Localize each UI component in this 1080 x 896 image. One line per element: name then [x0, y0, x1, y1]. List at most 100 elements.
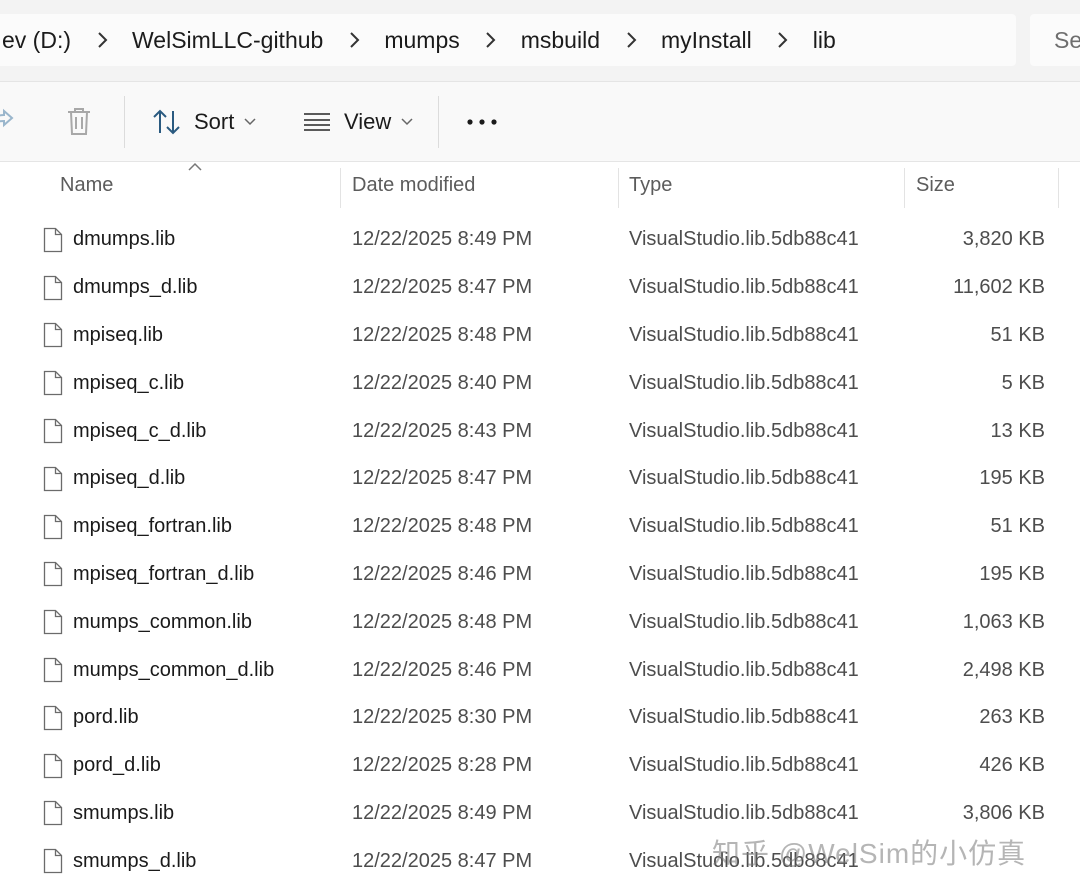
file-icon — [43, 551, 63, 599]
file-icon — [43, 216, 63, 264]
file-row[interactable]: mpiseq_c_d.lib 12/22/2025 8:43 PM Visual… — [0, 407, 1080, 455]
file-size: 195 KB — [979, 467, 1045, 490]
file-name: mpiseq.lib — [73, 323, 164, 346]
file-name: dmumps.lib — [73, 228, 176, 251]
sort-icon — [153, 109, 180, 135]
breadcrumb-item-myinstall[interactable]: myInstall — [653, 27, 760, 54]
file-date-modified: 12/22/2025 8:48 PM — [352, 515, 533, 538]
file-type: VisualStudio.lib.5db88c41 — [629, 228, 859, 251]
watermark: 知乎 @WelSim的小仿真 — [712, 838, 1027, 869]
chevron-right-icon[interactable] — [331, 31, 376, 49]
toolbar-divider — [438, 96, 439, 148]
file-date-modified: 12/22/2025 8:48 PM — [352, 610, 533, 633]
chevron-right-icon[interactable] — [79, 31, 124, 49]
file-size: 1,063 KB — [962, 610, 1045, 633]
chevron-right-icon[interactable] — [468, 31, 513, 49]
column-header-name[interactable]: Name — [60, 162, 113, 208]
file-row[interactable]: mumps_common_d.lib 12/22/2025 8:46 PM Vi… — [0, 646, 1080, 694]
sort-button[interactable]: Sort — [152, 82, 256, 162]
file-row[interactable]: pord_d.lib 12/22/2025 8:28 PM VisualStud… — [0, 742, 1080, 790]
file-type: VisualStudio.lib.5db88c41 — [629, 801, 859, 824]
file-size: 2,498 KB — [962, 658, 1045, 681]
file-icon — [43, 646, 63, 694]
file-icon — [43, 407, 63, 455]
file-name: pord.lib — [73, 706, 139, 729]
file-name: pord_d.lib — [73, 754, 161, 777]
column-header-size[interactable]: Size — [916, 162, 955, 208]
file-name: mpiseq_fortran.lib — [73, 515, 232, 538]
file-name: dmumps_d.lib — [73, 276, 198, 299]
file-date-modified: 12/22/2025 8:40 PM — [352, 371, 533, 394]
sort-label: Sort — [194, 109, 235, 134]
breadcrumb-item-msbuild[interactable]: msbuild — [513, 27, 608, 54]
chevron-down-icon — [244, 118, 256, 126]
breadcrumb-item-mumps[interactable]: mumps — [376, 27, 467, 54]
delete-button[interactable] — [64, 82, 96, 162]
more-options-button[interactable] — [466, 82, 498, 162]
breadcrumb-item-drive[interactable]: ev (D:) — [0, 27, 79, 54]
file-date-modified: 12/22/2025 8:49 PM — [352, 801, 533, 824]
column-divider[interactable] — [340, 168, 341, 208]
file-name: mpiseq_fortran_d.lib — [73, 562, 255, 585]
file-date-modified: 12/22/2025 8:49 PM — [352, 228, 533, 251]
share-icon — [0, 108, 14, 128]
view-button[interactable]: View — [302, 82, 413, 162]
file-date-modified: 12/22/2025 8:47 PM — [352, 276, 533, 299]
search-placeholder: Se — [1054, 26, 1080, 53]
file-date-modified: 12/22/2025 8:47 PM — [352, 467, 533, 490]
file-size: 263 KB — [979, 706, 1045, 729]
column-divider[interactable] — [618, 168, 619, 208]
file-row[interactable]: smumps.lib 12/22/2025 8:49 PM VisualStud… — [0, 790, 1080, 838]
column-divider[interactable] — [904, 168, 905, 208]
chevron-right-icon[interactable] — [608, 31, 653, 49]
file-icon — [43, 312, 63, 360]
column-header-date-modified[interactable]: Date modified — [352, 162, 475, 208]
file-date-modified: 12/22/2025 8:46 PM — [352, 658, 533, 681]
file-date-modified: 12/22/2025 8:43 PM — [352, 419, 533, 442]
file-type: VisualStudio.lib.5db88c41 — [629, 610, 859, 633]
file-size: 5 KB — [1001, 371, 1045, 394]
address-bar: ev (D:) WelSimLLC-github mumps msbuild m… — [0, 0, 1080, 82]
breadcrumb-item-lib[interactable]: lib — [805, 27, 844, 54]
file-name: smumps_d.lib — [73, 849, 197, 872]
file-date-modified: 12/22/2025 8:46 PM — [352, 562, 533, 585]
file-type: VisualStudio.lib.5db88c41 — [629, 419, 859, 442]
command-bar: Sort View — [0, 82, 1080, 162]
file-icon — [43, 837, 63, 885]
breadcrumb[interactable]: ev (D:) WelSimLLC-github mumps msbuild m… — [0, 14, 1016, 66]
share-button[interactable] — [0, 82, 16, 162]
view-icon — [304, 113, 330, 131]
file-date-modified: 12/22/2025 8:28 PM — [352, 754, 533, 777]
file-row[interactable]: dmumps_d.lib 12/22/2025 8:47 PM VisualSt… — [0, 264, 1080, 312]
more-horizontal-icon — [467, 119, 497, 125]
file-size: 13 KB — [990, 419, 1045, 442]
file-icon — [43, 359, 63, 407]
file-row[interactable]: mpiseq_d.lib 12/22/2025 8:47 PM VisualSt… — [0, 455, 1080, 503]
file-row[interactable]: mpiseq.lib 12/22/2025 8:48 PM VisualStud… — [0, 312, 1080, 360]
file-row[interactable]: pord.lib 12/22/2025 8:30 PM VisualStudio… — [0, 694, 1080, 742]
file-row[interactable]: dmumps.lib 12/22/2025 8:49 PM VisualStud… — [0, 216, 1080, 264]
view-label: View — [344, 109, 392, 134]
column-header-type[interactable]: Type — [629, 162, 672, 208]
file-type: VisualStudio.lib.5db88c41 — [629, 515, 859, 538]
file-list: dmumps.lib 12/22/2025 8:49 PM VisualStud… — [0, 216, 1080, 885]
search-input[interactable]: Se — [1030, 14, 1080, 66]
column-divider[interactable] — [1058, 168, 1059, 208]
file-row[interactable]: mpiseq_c.lib 12/22/2025 8:40 PM VisualSt… — [0, 359, 1080, 407]
file-icon — [43, 264, 63, 312]
column-header-row: Name Date modified Type Size — [0, 162, 1080, 208]
file-size: 11,602 KB — [953, 276, 1045, 299]
file-type: VisualStudio.lib.5db88c41 — [629, 467, 859, 490]
file-icon — [43, 455, 63, 503]
trash-icon — [68, 108, 90, 135]
file-row[interactable]: mpiseq_fortran.lib 12/22/2025 8:48 PM Vi… — [0, 503, 1080, 551]
breadcrumb-item-welsimllc-github[interactable]: WelSimLLC-github — [124, 27, 331, 54]
toolbar-divider — [124, 96, 125, 148]
file-row[interactable]: mpiseq_fortran_d.lib 12/22/2025 8:46 PM … — [0, 551, 1080, 599]
file-row[interactable]: mumps_common.lib 12/22/2025 8:48 PM Visu… — [0, 598, 1080, 646]
file-date-modified: 12/22/2025 8:48 PM — [352, 323, 533, 346]
file-date-modified: 12/22/2025 8:30 PM — [352, 706, 533, 729]
file-size: 3,820 KB — [962, 228, 1045, 251]
file-name: mumps_common.lib — [73, 610, 252, 633]
chevron-right-icon[interactable] — [760, 31, 805, 49]
